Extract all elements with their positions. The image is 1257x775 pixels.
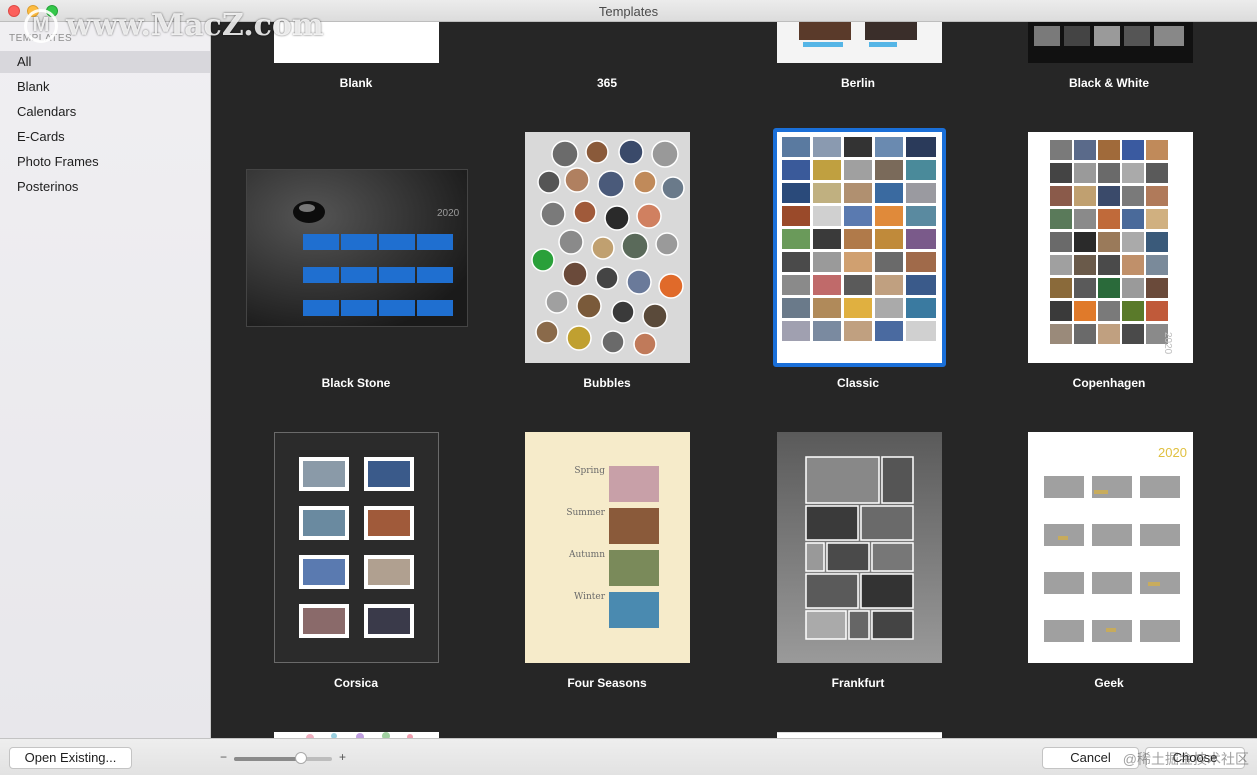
template-label: Bubbles — [583, 376, 631, 390]
watermark-text: www.MacZ.com — [66, 8, 324, 43]
frankfurt-preview-image — [805, 456, 914, 640]
template-label: Berlin — [840, 76, 875, 90]
sidebar-item-label: Photo Frames — [17, 154, 99, 169]
template-label: Copenhagen — [1072, 376, 1146, 390]
zoom-out-icon[interactable]: − — [220, 750, 227, 764]
sidebar-item-e-cards[interactable]: E-Cards — [0, 126, 210, 148]
template-thumb-berlin[interactable] — [777, 22, 942, 63]
sidebar-item-posterinos[interactable]: Posterinos — [0, 176, 210, 198]
watermark: M www.MacZ.com — [24, 8, 324, 43]
sidebar-item-all[interactable]: All — [0, 51, 210, 73]
template-thumb-copenhagen[interactable]: 2020 — [1028, 132, 1193, 363]
template-thumb-corsica[interactable] — [274, 432, 439, 663]
copenhagen-year: 2020 — [1162, 332, 1173, 355]
black-stone-preview-image — [247, 170, 467, 326]
template-thumb-bubbles[interactable] — [525, 132, 690, 363]
template-grid: Blank 365 Berlin Black & White 2020 Blac… — [211, 22, 1257, 738]
sidebar-item-blank[interactable]: Blank — [0, 76, 210, 98]
corsica-preview-image — [299, 457, 414, 638]
template-label: Corsica — [333, 676, 379, 690]
zoom-slider[interactable] — [234, 752, 332, 764]
black-white-preview-image — [1034, 26, 1184, 46]
sidebar-item-label: All — [17, 54, 32, 69]
season-label-autumn: Autumn — [568, 550, 605, 560]
zoom-in-icon[interactable]: + — [339, 750, 346, 764]
sidebar-item-label: E-Cards — [17, 129, 65, 144]
copenhagen-preview-image — [1050, 140, 1168, 344]
geek-year: 2020 — [1158, 445, 1187, 460]
zoom-slider-fill — [234, 757, 301, 761]
template-label: Classic — [836, 376, 880, 390]
template-label: Black & White — [1068, 76, 1149, 90]
sidebar-item-label: Blank — [17, 79, 50, 94]
template-thumb-black-white[interactable] — [1028, 22, 1193, 63]
sidebar-item-calendars[interactable]: Calendars — [0, 101, 210, 123]
template-label: 365 — [596, 76, 618, 90]
bottom-bar: Open Existing... − + Cancel Choose @稀土掘金… — [0, 738, 1257, 775]
template-thumb-frankfurt[interactable] — [777, 432, 942, 663]
template-label: Geek — [1094, 676, 1124, 690]
template-thumb-365[interactable] — [525, 22, 690, 63]
watermark-logo-icon: M — [24, 8, 58, 43]
zoom-slider-knob[interactable] — [294, 752, 307, 764]
season-label-winter: Winter — [573, 592, 605, 602]
template-thumb-geek[interactable]: 2020 — [1028, 432, 1193, 663]
template-thumb-black-stone[interactable]: 2020 — [246, 169, 468, 327]
bubbles-preview-image — [525, 132, 690, 363]
template-label: Black Stone — [321, 376, 391, 390]
sidebar-item-label: Calendars — [17, 104, 77, 119]
watermark-juejin: @稀土掘金技术社区 — [1122, 751, 1249, 767]
template-label: Frankfurt — [831, 676, 885, 690]
four-seasons-preview-image — [609, 466, 659, 628]
season-label-spring: Spring — [574, 466, 605, 476]
geek-preview-image — [1044, 476, 1180, 642]
open-existing-button[interactable]: Open Existing... — [9, 747, 132, 769]
berlin-preview-image — [799, 22, 917, 47]
black-stone-year: 2020 — [437, 208, 460, 219]
template-thumb-classic[interactable] — [773, 128, 946, 367]
template-label: Blank — [339, 76, 373, 90]
template-label: Four Seasons — [567, 676, 647, 690]
season-label-summer: Summer — [566, 508, 605, 518]
sidebar-item-photo-frames[interactable]: Photo Frames — [0, 151, 210, 173]
sidebar: TEMPLATES All Blank Calendars E-Cards Ph… — [0, 22, 211, 738]
sidebar-item-label: Posterinos — [17, 179, 79, 194]
classic-preview-image — [777, 132, 942, 363]
template-thumb-four-seasons[interactable]: Spring Summer Autumn Winter — [525, 432, 690, 663]
